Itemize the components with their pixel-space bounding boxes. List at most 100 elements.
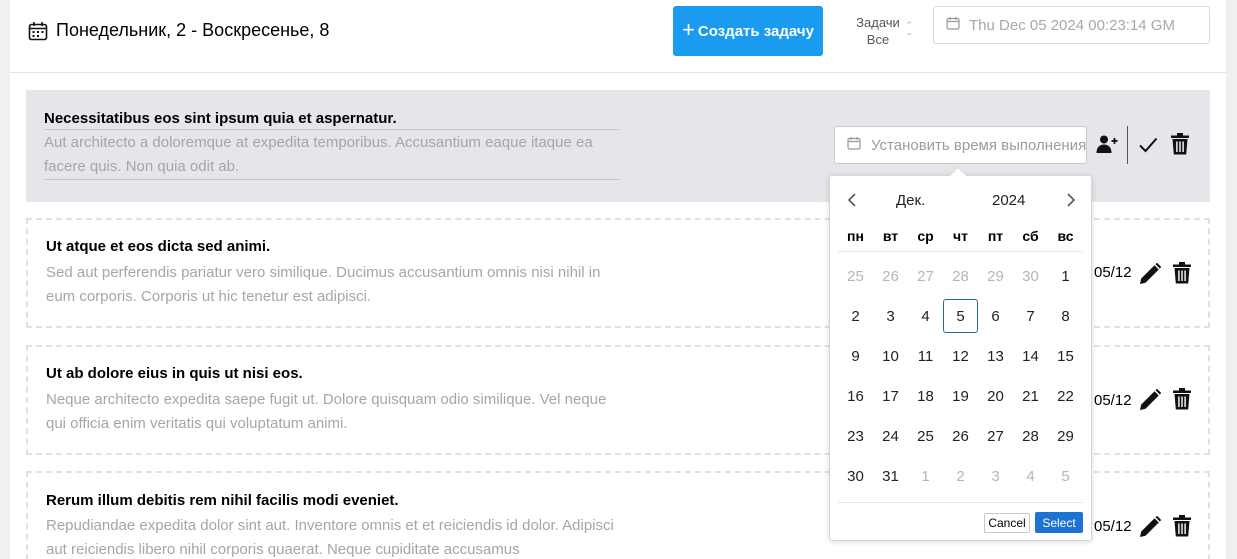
week-range: Понедельник, 2 - Воскресенье, 8: [28, 20, 329, 41]
calendar-day[interactable]: 4: [908, 296, 943, 336]
trash-icon[interactable]: [1171, 388, 1193, 410]
add-user-icon[interactable]: [1095, 132, 1119, 156]
trash-icon[interactable]: [1171, 262, 1193, 284]
calendar-day[interactable]: 27: [908, 256, 943, 296]
calendar-day-number: 20: [987, 387, 1004, 405]
calendar-day[interactable]: 23: [838, 416, 873, 456]
task-filter-select[interactable]: Задачи Все ⌃ ⌄: [843, 14, 913, 48]
calendar-day[interactable]: 30: [838, 456, 873, 496]
calendar-day-number: 2: [851, 307, 860, 325]
task-description[interactable]: Aut architecto a doloremque at expedita …: [44, 131, 619, 180]
calendar-day[interactable]: 16: [838, 376, 873, 416]
chevron-right-icon[interactable]: [1061, 190, 1081, 210]
calendar-day[interactable]: 8: [1048, 296, 1083, 336]
calendar-day[interactable]: 29: [978, 256, 1013, 296]
calendar-day[interactable]: 2: [943, 456, 978, 496]
calendar-day[interactable]: 26: [873, 256, 908, 296]
trash-icon[interactable]: [1169, 133, 1191, 155]
date-picker-input[interactable]: Thu Dec 05 2024 00:23:14 GM: [933, 6, 1210, 44]
calendar-day[interactable]: 28: [1013, 416, 1048, 456]
pencil-icon[interactable]: [1138, 262, 1162, 286]
calendar-select-button[interactable]: Select: [1035, 512, 1083, 533]
calendar-day[interactable]: 9: [838, 336, 873, 376]
calendar-day[interactable]: 18: [908, 376, 943, 416]
calendar-day[interactable]: 1: [1048, 256, 1083, 296]
calendar-day[interactable]: 6: [978, 296, 1013, 336]
calendar-day-number: 7: [1026, 307, 1035, 325]
calendar-day-number: 25: [917, 427, 934, 445]
calendar-day[interactable]: 15: [1048, 336, 1083, 376]
weekday-label: чт: [953, 228, 968, 244]
calendar-day-number: 5: [1061, 467, 1070, 485]
calendar-day-number: 1: [921, 467, 930, 485]
calendar-day-number: 5: [943, 299, 978, 333]
calendar-day[interactable]: 7: [1013, 296, 1048, 336]
header: Понедельник, 2 - Воскресенье, 8 + Создат…: [10, 0, 1226, 73]
trash-icon[interactable]: [1171, 515, 1193, 537]
calendar-day[interactable]: 4: [1013, 456, 1048, 496]
calendar-day[interactable]: 5: [1048, 456, 1083, 496]
pencil-icon[interactable]: [1138, 515, 1162, 539]
calendar-day[interactable]: 2: [838, 296, 873, 336]
calendar-day[interactable]: 10: [873, 336, 908, 376]
calendar-day-number: 30: [1022, 267, 1039, 285]
calendar-day[interactable]: 25: [838, 256, 873, 296]
calendar-day-number: 17: [882, 387, 899, 405]
task-title[interactable]: Necessitatibus eos sint ipsum quia et as…: [44, 110, 619, 130]
calendar-day[interactable]: 26: [943, 416, 978, 456]
calendar-year[interactable]: 2024: [992, 192, 1025, 209]
create-task-button[interactable]: + Создать задачу: [673, 6, 823, 56]
date-picker-value: Thu Dec 05 2024 00:23:14 GM: [969, 16, 1175, 34]
calendar-day[interactable]: 3: [978, 456, 1013, 496]
calendar-day[interactable]: 20: [978, 376, 1013, 416]
task-title: Ut atque et eos dicta sed animi.: [46, 238, 271, 255]
calendar-cancel-button[interactable]: Cancel: [984, 513, 1030, 533]
calendar-day[interactable]: 29: [1048, 416, 1083, 456]
time-picker-placeholder: Установить время выполнения: [871, 136, 1087, 154]
calendar-day-number: 26: [952, 427, 969, 445]
calendar-day-number: 12: [952, 347, 969, 365]
calendar-day-number: 13: [987, 347, 1004, 365]
sort-chevrons-icon: ⌃ ⌄: [905, 20, 913, 37]
time-picker-input[interactable]: Установить время выполнения: [834, 126, 1087, 164]
calendar-day-number: 27: [987, 427, 1004, 445]
calendar-day[interactable]: 11: [908, 336, 943, 376]
calendar-day[interactable]: 30: [1013, 256, 1048, 296]
check-icon[interactable]: [1137, 134, 1159, 156]
calendar-day-number: 28: [952, 267, 969, 285]
calendar-day-number: 6: [991, 307, 1000, 325]
task-filter-label: Задачи: [856, 15, 900, 30]
pencil-icon[interactable]: [1138, 388, 1162, 412]
calendar-day[interactable]: 31: [873, 456, 908, 496]
calendar-day[interactable]: 17: [873, 376, 908, 416]
divider: [838, 502, 1083, 503]
calendar-day[interactable]: 3: [873, 296, 908, 336]
chevron-left-icon[interactable]: [842, 190, 862, 210]
calendar-day-selected[interactable]: 5: [943, 296, 978, 336]
calendar-day[interactable]: 21: [1013, 376, 1048, 416]
calendar-day-number: 2: [956, 467, 965, 485]
task-title: Rerum illum debitis rem nihil facilis mo…: [46, 492, 399, 509]
calendar-day-number: 25: [847, 267, 864, 285]
calendar-day[interactable]: 27: [978, 416, 1013, 456]
calendar-day[interactable]: 25: [908, 416, 943, 456]
calendar-day[interactable]: 12: [943, 336, 978, 376]
calendar-month[interactable]: Дек.: [896, 192, 925, 209]
calendar-day-number: 14: [1022, 347, 1039, 365]
calendar-day-number: 23: [847, 427, 864, 445]
calendar-icon: [946, 16, 960, 34]
task-description: Repudiandae expedita dolor sint aut. Inv…: [46, 517, 614, 558]
weekday-label: ср: [917, 228, 934, 244]
calendar-day[interactable]: 1: [908, 456, 943, 496]
calendar-day[interactable]: 28: [943, 256, 978, 296]
calendar-weekdays: пн вт ср чт пт сб вс: [838, 228, 1083, 244]
calendar-day-number: 19: [952, 387, 969, 405]
weekday-label: вс: [1057, 228, 1074, 244]
calendar-day[interactable]: 19: [943, 376, 978, 416]
calendar-day-number: 15: [1057, 347, 1074, 365]
calendar-day[interactable]: 22: [1048, 376, 1083, 416]
calendar-day-number: 30: [847, 467, 864, 485]
calendar-day[interactable]: 13: [978, 336, 1013, 376]
calendar-day[interactable]: 24: [873, 416, 908, 456]
calendar-day[interactable]: 14: [1013, 336, 1048, 376]
